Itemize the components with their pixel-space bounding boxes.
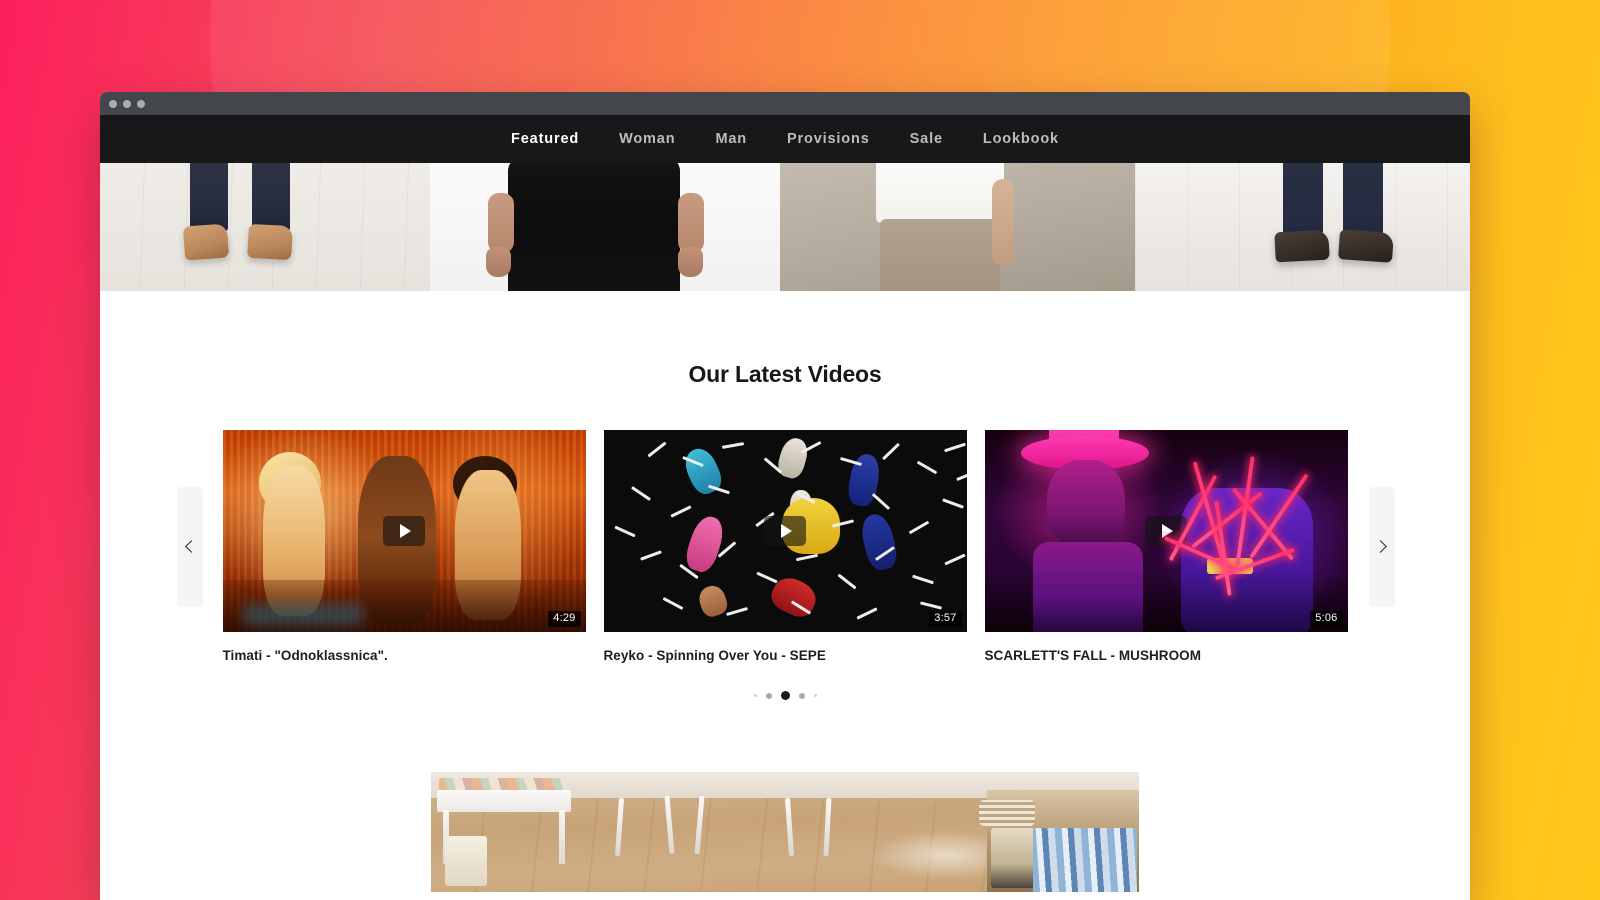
video-title[interactable]: Timati - "Odnoklassnica". (223, 648, 586, 663)
carousel-dot[interactable] (813, 694, 817, 697)
dash-decoration (755, 571, 778, 584)
dash-decoration (955, 469, 967, 482)
video-carousel: 4:29 Timati - "Odnoklassnica". 3:57 Reyk… (100, 430, 1470, 663)
nav-item-featured[interactable]: Featured (491, 131, 599, 147)
hero-tile-woman-taupe-trousers[interactable] (780, 163, 1135, 291)
site-navigation: Featured Woman Man Provisions Sale Lookb… (100, 115, 1470, 163)
video-card[interactable]: 4:29 Timati - "Odnoklassnica". (222, 430, 586, 663)
video-duration-badge: 3:57 (929, 611, 962, 627)
carousel-pagination (100, 691, 1470, 700)
dash-decoration (669, 505, 692, 518)
videos-section-title: Our Latest Videos (688, 361, 882, 387)
hero-tile-sandals[interactable] (100, 163, 430, 291)
carousel-dot[interactable] (753, 694, 757, 697)
browser-window: Featured Woman Man Provisions Sale Lookb… (100, 92, 1470, 900)
video-title[interactable]: SCARLETT'S FALL - MUSHROOM (985, 648, 1348, 663)
dash-decoration (871, 493, 890, 510)
nav-item-woman[interactable]: Woman (599, 131, 695, 147)
hero-tile-dark-brogues[interactable] (1135, 163, 1470, 291)
page-backdrop: Featured Woman Man Provisions Sale Lookb… (0, 0, 1600, 900)
carousel-prev-button[interactable] (177, 486, 203, 607)
window-zoom-icon[interactable] (137, 99, 145, 108)
dancer-figure (695, 582, 730, 620)
dash-decoration (795, 553, 818, 562)
play-icon (400, 524, 411, 538)
dancer-figure (857, 511, 900, 573)
nav-item-man[interactable]: Man (695, 131, 767, 147)
dash-decoration (911, 574, 934, 585)
dash-decoration (881, 442, 900, 461)
latest-videos-section: Our Latest Videos 4:29 Timati - "Odnokla… (100, 291, 1470, 700)
carousel-next-button[interactable] (1369, 486, 1395, 607)
dash-decoration (639, 550, 662, 561)
video-thumbnail-neon-portrait[interactable]: 5:06 (984, 430, 1348, 632)
dancer-figure (681, 512, 728, 576)
chevron-left-icon (185, 540, 198, 553)
dash-decoration (721, 442, 744, 449)
video-title[interactable]: Reyko - Spinning Over You - SEPE (604, 648, 967, 663)
dancer-figure (774, 435, 811, 481)
dash-decoration (919, 601, 942, 610)
boutique-interior-photo (431, 772, 1139, 892)
dash-decoration (943, 442, 966, 453)
dash-decoration (855, 607, 878, 620)
carousel-dot[interactable] (765, 692, 772, 699)
nav-item-sale[interactable]: Sale (890, 131, 963, 147)
play-icon (781, 524, 792, 538)
video-thumbnail-dancers[interactable]: 3:57 (603, 430, 967, 632)
video-thumbnail-club-scene[interactable]: 4:29 (222, 430, 586, 632)
hero-tile-man-black-trousers[interactable] (430, 163, 780, 291)
dash-decoration (662, 597, 683, 610)
video-card[interactable]: 5:06 SCARLETT'S FALL - MUSHROOM (984, 430, 1348, 663)
dash-decoration (943, 553, 966, 566)
window-close-icon[interactable] (109, 99, 117, 108)
play-button[interactable] (764, 516, 806, 546)
dash-decoration (908, 520, 929, 535)
play-button[interactable] (383, 516, 425, 546)
video-duration-badge: 4:29 (548, 611, 581, 627)
dash-decoration (613, 525, 636, 538)
dash-decoration (646, 441, 667, 458)
carousel-dot-active[interactable] (780, 691, 790, 700)
nav-item-provisions[interactable]: Provisions (767, 131, 890, 147)
store-photo-section (100, 772, 1470, 892)
dash-decoration (941, 498, 964, 509)
chevron-right-icon (1374, 540, 1387, 553)
dash-decoration (836, 573, 857, 590)
browser-titlebar (100, 92, 1470, 115)
dash-decoration (630, 486, 651, 501)
dash-decoration (916, 460, 937, 475)
play-icon (1162, 524, 1173, 538)
dash-decoration (725, 607, 748, 616)
window-minimize-icon[interactable] (123, 99, 131, 108)
hero-product-strip (100, 163, 1470, 291)
carousel-dot[interactable] (798, 692, 805, 699)
nav-item-lookbook[interactable]: Lookbook (963, 131, 1079, 147)
video-duration-badge: 5:06 (1310, 611, 1343, 627)
video-card[interactable]: 3:57 Reyko - Spinning Over You - SEPE (603, 430, 967, 663)
